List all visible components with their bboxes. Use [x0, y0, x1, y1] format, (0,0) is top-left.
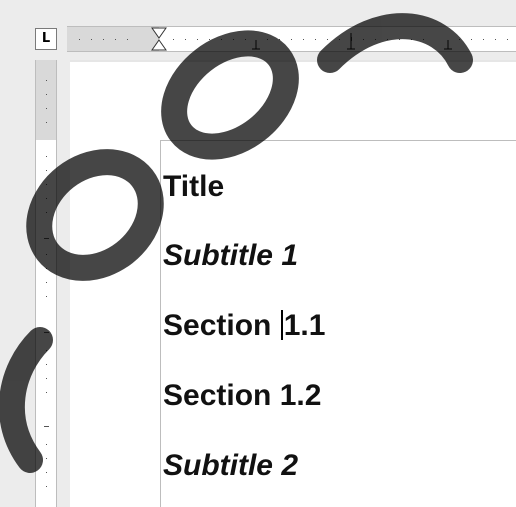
- ruler-dot: [303, 39, 304, 40]
- ruler-dot: [46, 364, 47, 365]
- ruler-left-margin: [67, 27, 159, 51]
- ruler-dot: [267, 39, 268, 40]
- ruler-dot: [46, 108, 47, 109]
- paragraph-subtitle-2[interactable]: Subtitle 2: [163, 448, 298, 484]
- ruler-dot: [375, 39, 376, 40]
- ruler-tick: [44, 238, 49, 239]
- ruler-dot: [46, 268, 47, 269]
- ruler-dot: [209, 39, 210, 40]
- ruler-dot: [46, 458, 47, 459]
- ruler-dot: [127, 39, 128, 40]
- ruler-dot: [46, 170, 47, 171]
- ruler-dot: [185, 39, 186, 40]
- ruler-dot: [46, 198, 47, 199]
- paragraph-subtitle-1[interactable]: Subtitle 1: [163, 238, 298, 274]
- horizontal-ruler[interactable]: [67, 26, 516, 52]
- ruler-dot: [46, 94, 47, 95]
- ruler-tick: [44, 426, 49, 427]
- ruler-dot: [46, 282, 47, 283]
- ruler-dot: [91, 39, 92, 40]
- ruler-top-margin: [36, 60, 56, 140]
- text-cursor: [280, 310, 283, 340]
- vertical-ruler[interactable]: [35, 60, 57, 507]
- ruler-dot: [279, 39, 280, 40]
- ruler-dot: [387, 39, 388, 40]
- tab-stop-icon[interactable]: [251, 40, 261, 52]
- ruler-dot: [327, 39, 328, 40]
- writer-window: L Title Subtitle 1 Section 1.1 Section 1…: [0, 0, 516, 507]
- ruler-dot: [79, 39, 80, 40]
- ruler-dot: [46, 444, 47, 445]
- text-after-cursor: 1.1: [283, 309, 326, 342]
- ruler-dot: [471, 39, 472, 40]
- ruler-dot: [173, 39, 174, 40]
- text-before-cursor: Section: [163, 309, 280, 342]
- ruler-dot: [363, 39, 364, 40]
- tab-stop-icon[interactable]: [443, 40, 453, 52]
- paragraph-section-1-1[interactable]: Section 1.1: [163, 308, 325, 344]
- ruler-dot: [46, 378, 47, 379]
- ruler-dot: [103, 39, 104, 40]
- ruler-dot: [507, 39, 508, 40]
- ruler-dot: [46, 350, 47, 351]
- ruler-dot: [459, 39, 460, 40]
- ruler-dot: [46, 80, 47, 81]
- ruler-tick: [44, 332, 49, 333]
- text-boundary-top: [160, 140, 516, 141]
- ruler-number-mark: [350, 33, 352, 41]
- ruler-dot: [46, 212, 47, 213]
- paragraph-title[interactable]: Title: [163, 169, 224, 205]
- ruler-dot: [46, 122, 47, 123]
- tab-stop-selector[interactable]: L: [35, 28, 57, 50]
- ruler-dot: [46, 392, 47, 393]
- ruler-dot: [115, 39, 116, 40]
- ruler-dot: [46, 184, 47, 185]
- ruler-dot: [495, 39, 496, 40]
- ruler-dot: [315, 39, 316, 40]
- ruler-dot: [291, 39, 292, 40]
- ruler-dot: [245, 39, 246, 40]
- ruler-dot: [46, 472, 47, 473]
- paragraph-section-1-2[interactable]: Section 1.2: [163, 378, 321, 414]
- ruler-dot: [399, 39, 400, 40]
- ruler-dot: [46, 254, 47, 255]
- ruler-dot: [483, 39, 484, 40]
- ruler-dot: [46, 156, 47, 157]
- ruler-dot: [423, 39, 424, 40]
- ruler-dot: [221, 39, 222, 40]
- indent-marker-icon[interactable]: [151, 27, 167, 52]
- ruler-dot: [339, 39, 340, 40]
- ruler-dot: [197, 39, 198, 40]
- tab-stop-icon[interactable]: [346, 40, 356, 52]
- ruler-dot: [411, 39, 412, 40]
- document-page[interactable]: Title Subtitle 1 Section 1.1 Section 1.2…: [70, 62, 516, 507]
- ruler-dot: [46, 296, 47, 297]
- ruler-dot: [233, 39, 234, 40]
- text-boundary-left: [160, 140, 161, 507]
- ruler-dot: [46, 486, 47, 487]
